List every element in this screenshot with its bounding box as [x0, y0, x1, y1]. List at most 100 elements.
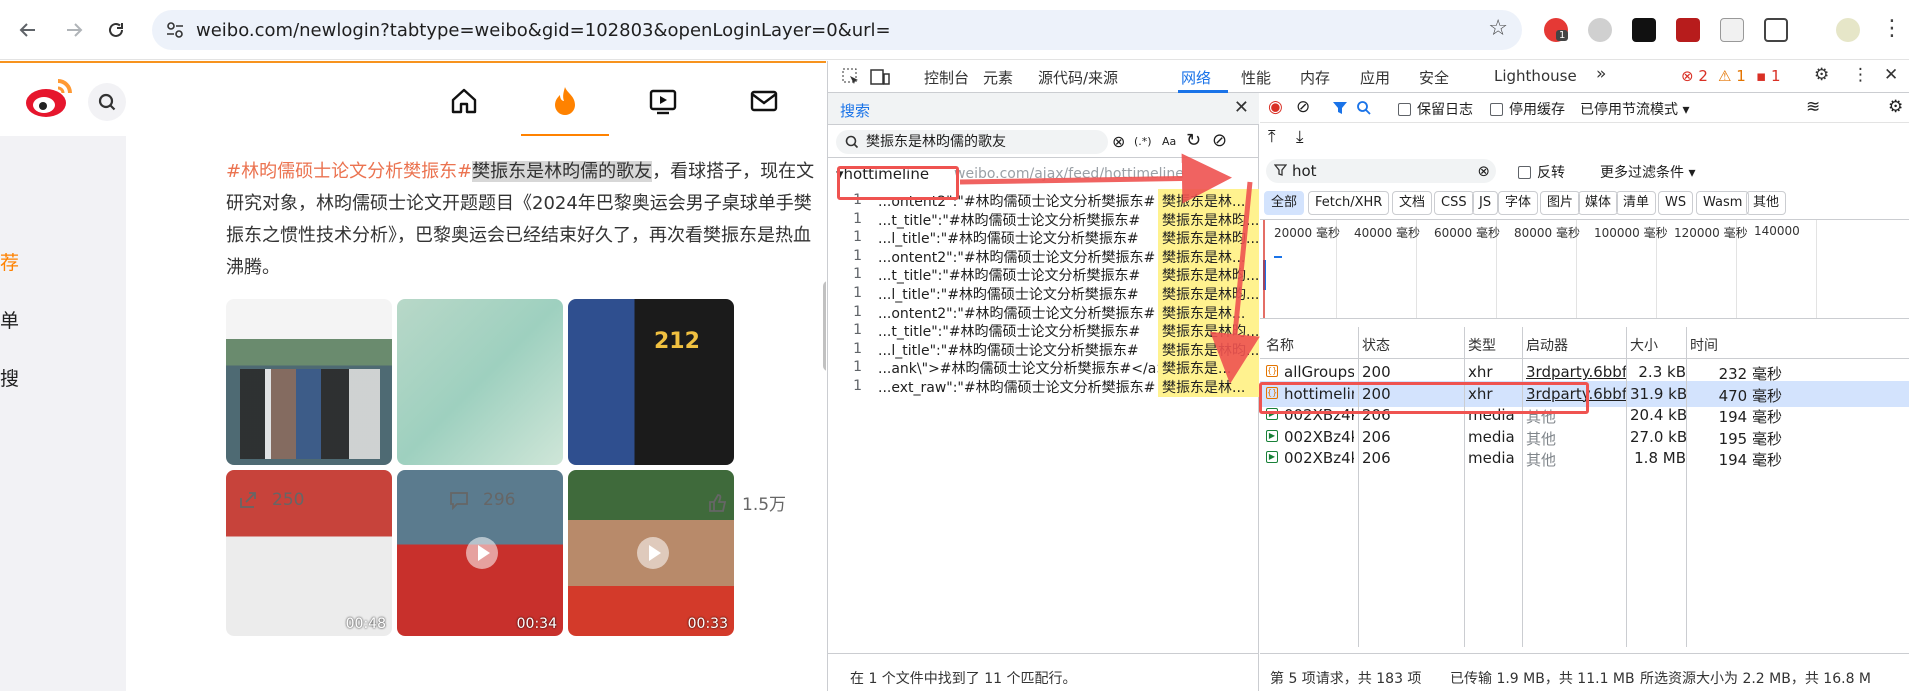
extension-adblock-icon[interactable]: 1: [1544, 18, 1569, 42]
left-nav-item[interactable]: 搜: [0, 364, 19, 391]
record-icon[interactable]: ◉: [1268, 97, 1283, 117]
column-header-1[interactable]: 状态: [1362, 335, 1390, 355]
type-filter-11[interactable]: 其他: [1746, 191, 1787, 215]
browser-menu-icon[interactable]: ⋮: [1880, 18, 1904, 42]
close-icon[interactable]: ✕: [1234, 97, 1249, 118]
regex-toggle[interactable]: (.*): [1134, 135, 1152, 148]
type-filter-3[interactable]: CSS: [1434, 191, 1474, 215]
tab-security[interactable]: 安全: [1419, 67, 1449, 88]
type-filter-7[interactable]: 媒体: [1578, 191, 1619, 215]
post-image[interactable]: 212: [568, 299, 734, 465]
inspect-element-icon[interactable]: [842, 68, 860, 86]
type-filter-6[interactable]: 图片: [1540, 191, 1581, 215]
cell-initiator[interactable]: 3rdparty.6bbf8c2: [1526, 363, 1626, 381]
play-icon[interactable]: [636, 536, 670, 570]
type-filter-10[interactable]: Wasm: [1696, 191, 1750, 215]
like-button[interactable]: 1.5万: [708, 490, 786, 515]
tab-sources[interactable]: 源代码/来源: [1038, 67, 1118, 88]
extension-shield-icon[interactable]: [1588, 18, 1612, 42]
warning-counter[interactable]: ⚠ 1: [1718, 67, 1746, 85]
post-hashtag[interactable]: #林昀儒硕士论文分析樊振东#: [226, 161, 472, 182]
tab-memory[interactable]: 内存: [1300, 67, 1330, 88]
forward-button[interactable]: [58, 14, 90, 46]
extension-red-icon[interactable]: [1676, 18, 1700, 42]
tab-performance[interactable]: 性能: [1241, 67, 1271, 88]
disable-cache-checkbox[interactable]: 停用缓存: [1490, 99, 1565, 119]
error-counter[interactable]: ⊗ 2: [1681, 67, 1708, 85]
nav-messages[interactable]: [744, 81, 784, 121]
column-header-5[interactable]: 时间: [1690, 335, 1718, 355]
type-filter-5[interactable]: 字体: [1498, 191, 1539, 215]
type-filter-8[interactable]: 清单: [1616, 191, 1657, 215]
type-filter-4[interactable]: JS: [1472, 191, 1499, 215]
type-filter-9[interactable]: WS: [1658, 191, 1694, 215]
filter-input[interactable]: hot ⊗: [1266, 159, 1496, 183]
network-overview-timeline[interactable]: 20000 毫秒 40000 毫秒 60000 毫秒 80000 毫秒 100000 毫…: [1260, 219, 1909, 319]
address-bar[interactable]: weibo.com/newlogin?tabtype=weibo&gid=102…: [152, 10, 1522, 50]
post-image[interactable]: [397, 299, 563, 465]
more-filters-dropdown[interactable]: 更多过滤条件 ▾: [1600, 162, 1695, 182]
search-icon[interactable]: [1356, 100, 1372, 116]
throttling-select[interactable]: 已停用节流模式 ▾: [1580, 99, 1689, 119]
weibo-logo[interactable]: [24, 75, 74, 121]
left-nav-item[interactable]: 荐: [0, 248, 19, 275]
column-separator[interactable]: [1358, 327, 1359, 647]
tab-console[interactable]: 控制台: [924, 67, 969, 88]
nav-home[interactable]: [444, 81, 484, 121]
left-nav-item[interactable]: 单: [0, 306, 19, 333]
devtools-menu-icon[interactable]: ⋮: [1852, 65, 1869, 85]
column-header-0[interactable]: 名称: [1266, 335, 1294, 355]
type-filter-0[interactable]: 全部: [1264, 191, 1305, 215]
play-icon[interactable]: [465, 536, 499, 570]
import-har-icon[interactable]: ⤒: [1268, 127, 1276, 147]
close-devtools-icon[interactable]: ✕: [1884, 65, 1898, 85]
nav-hot[interactable]: [545, 81, 585, 121]
cell-initiator[interactable]: 其他: [1526, 449, 1626, 470]
search-input[interactable]: 樊振东是林昀儒的歌友: [836, 130, 1108, 154]
url-text[interactable]: weibo.com/newlogin?tabtype=weibo&gid=102…: [196, 20, 891, 41]
export-har-icon[interactable]: ⤓: [1296, 127, 1304, 147]
refresh-icon[interactable]: ↻: [1186, 130, 1201, 151]
type-filter-2[interactable]: 文档: [1392, 191, 1433, 215]
match-case-toggle[interactable]: Aa: [1162, 135, 1176, 148]
network-conditions-icon[interactable]: ≋: [1806, 97, 1820, 117]
tab-lighthouse[interactable]: Lighthouse: [1494, 67, 1577, 85]
device-toolbar-icon[interactable]: [870, 68, 890, 86]
extensions-puzzle-icon[interactable]: [1764, 18, 1788, 42]
profile-avatar[interactable]: [1836, 18, 1860, 42]
clear-filter-icon[interactable]: ⊗: [1477, 159, 1490, 183]
type-filter-1[interactable]: Fetch/XHR: [1308, 191, 1390, 215]
search-result-line[interactable]: 1 ...ext_raw":"#林昀儒硕士论文分析樊振东# 樊振东是林...: [828, 375, 1259, 397]
comment-button[interactable]: 296: [449, 490, 515, 510]
clear-results-icon[interactable]: ⊘: [1212, 130, 1227, 151]
column-header-4[interactable]: 大小: [1630, 335, 1658, 355]
column-separator[interactable]: [1686, 327, 1687, 647]
post-image[interactable]: [226, 299, 392, 465]
more-tabs-icon[interactable]: »: [1596, 64, 1606, 84]
clear-icon[interactable]: ⊘: [1296, 97, 1310, 117]
extension-doc-icon[interactable]: [1720, 18, 1744, 42]
search-title[interactable]: 搜索: [840, 100, 870, 121]
forward-button[interactable]: 250: [238, 490, 304, 510]
nav-video[interactable]: [643, 81, 683, 121]
column-header-2[interactable]: 类型: [1468, 335, 1496, 355]
reload-button[interactable]: [100, 14, 132, 46]
page-scrollbar[interactable]: [823, 281, 826, 371]
preserve-log-checkbox[interactable]: 保留日志: [1398, 99, 1473, 119]
column-separator[interactable]: [1522, 327, 1523, 647]
column-separator[interactable]: [1626, 327, 1627, 647]
tab-elements[interactable]: 元素: [983, 67, 1013, 88]
column-header-3[interactable]: 启动器: [1526, 335, 1568, 355]
site-settings-icon[interactable]: [166, 21, 184, 39]
issues-counter[interactable]: ▪ 1: [1756, 67, 1780, 85]
weibo-search-button[interactable]: [88, 83, 126, 121]
column-separator[interactable]: [1464, 327, 1465, 647]
tab-network[interactable]: 网络: [1181, 67, 1211, 88]
tab-application[interactable]: 应用: [1360, 67, 1390, 88]
back-button[interactable]: [12, 14, 44, 46]
filter-icon[interactable]: [1332, 100, 1348, 116]
invert-checkbox[interactable]: 反转: [1518, 162, 1565, 182]
clear-search-icon[interactable]: ⊗: [1112, 132, 1125, 151]
settings-gear-icon[interactable]: ⚙: [1814, 65, 1829, 85]
extension-tampermonkey-icon[interactable]: [1632, 18, 1656, 42]
